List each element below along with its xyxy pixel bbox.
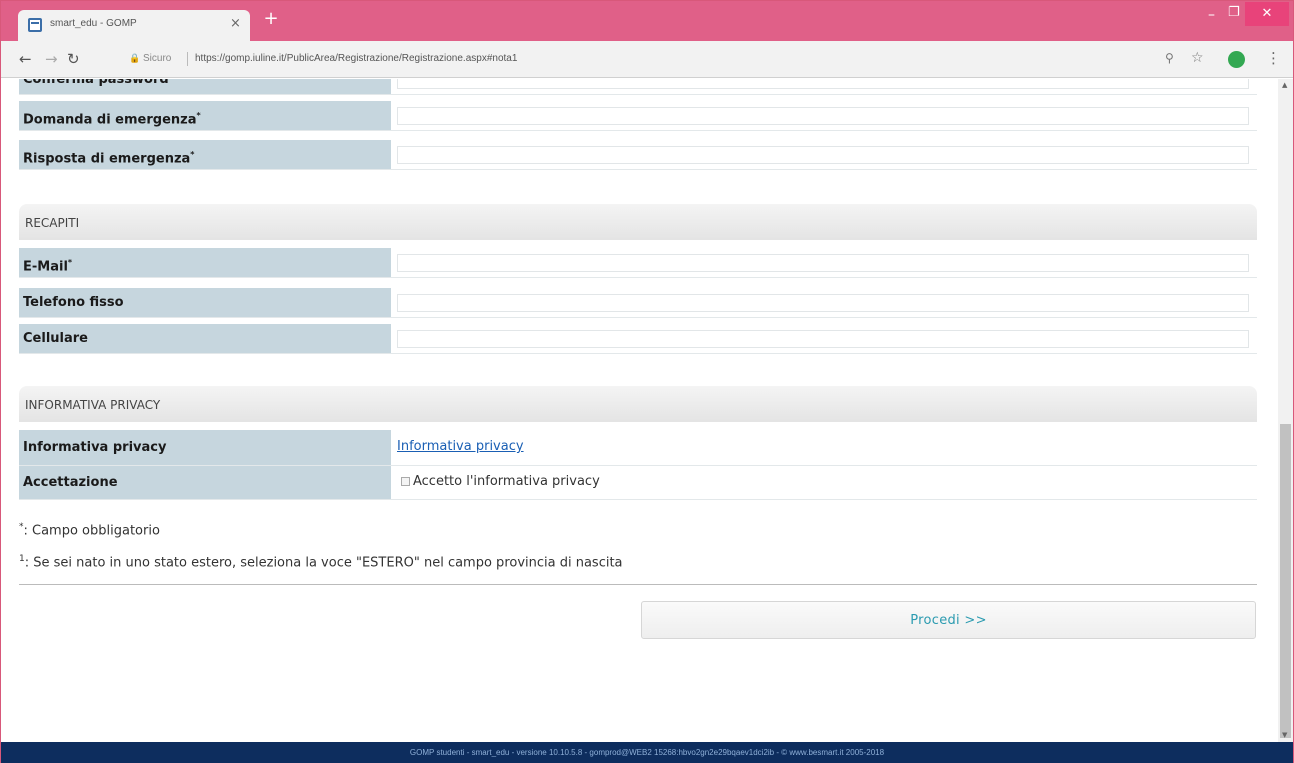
tab-title: smart_edu - GOMP	[50, 18, 137, 29]
required-note-text: : Campo obbligatorio	[23, 523, 160, 539]
close-window-icon[interactable]: ✕	[1245, 2, 1289, 26]
form-row-email: E-Mail*	[19, 248, 1257, 278]
browser-window: smart_edu - GOMP × + – ❐ ✕ ← → ↻ 🔒 Sicur…	[0, 0, 1294, 763]
row-label: E-Mail*	[19, 248, 391, 277]
privacy-accept-label: Accetto l'informativa privacy	[413, 474, 600, 489]
address-bar[interactable]: 🔒 Sicuro https://gomp.iuline.it/PublicAr…	[91, 47, 1211, 71]
maximize-icon[interactable]: ❐	[1228, 5, 1240, 20]
row-value	[391, 324, 1257, 353]
note-foreign-birth: 1: Se sei nato in uno stato estero, sele…	[19, 554, 623, 570]
row-label: Telefono fisso	[19, 288, 391, 317]
form-row-cellulare: Cellulare	[19, 324, 1257, 354]
star-icon[interactable]: ☆	[1191, 50, 1204, 66]
form-row-accettazione: Accettazione Accetto l'informativa priva…	[19, 466, 1257, 500]
row-label: Cellulare	[19, 324, 391, 353]
browser-toolbar: ← → ↻ 🔒 Sicuro https://gomp.iuline.it/Pu…	[1, 41, 1293, 78]
new-tab-button[interactable]: +	[263, 10, 279, 28]
row-label: Informativa privacy	[19, 430, 391, 465]
divider	[19, 584, 1257, 585]
menu-icon[interactable]: ⋮	[1266, 49, 1281, 67]
section-header-privacy: INFORMATIVA PRIVACY	[19, 386, 1257, 422]
proceed-button[interactable]: Procedi >>	[641, 601, 1256, 639]
row-value	[391, 140, 1257, 169]
forward-arrow-icon[interactable]: →	[45, 50, 58, 68]
secure-label: Sicuro	[143, 53, 172, 64]
mobile-field[interactable]	[397, 330, 1249, 348]
row-value: Accetto l'informativa privacy	[391, 466, 1257, 499]
browser-titlebar: smart_edu - GOMP × + – ❐ ✕	[1, 1, 1293, 41]
tab-close-icon[interactable]: ×	[230, 16, 241, 31]
emergency-answer-field[interactable]	[397, 146, 1249, 164]
email-field[interactable]	[397, 254, 1249, 272]
lock-icon: 🔒	[129, 54, 141, 64]
form-row-risposta: Risposta di emergenza*	[19, 140, 1257, 170]
privacy-accept-option[interactable]: Accetto l'informativa privacy	[401, 474, 600, 489]
form-row-confirm-password: Conferma password	[19, 79, 1257, 95]
privacy-accept-checkbox[interactable]	[401, 477, 410, 486]
page-content: Conferma password Domanda di emergenza* …	[1, 79, 1277, 742]
form-row-informativa: Informativa privacy Informativa privacy	[19, 430, 1257, 466]
zoom-icon[interactable]: ⚲	[1165, 51, 1174, 65]
scroll-up-icon[interactable]: ▲	[1282, 81, 1287, 89]
row-label: Accettazione	[19, 466, 391, 499]
browser-tab[interactable]: smart_edu - GOMP ×	[18, 10, 250, 41]
footer-bar: GOMP studenti - smart_edu - versione 10.…	[1, 742, 1293, 763]
scroll-thumb[interactable]	[1280, 424, 1291, 738]
row-value	[391, 101, 1257, 130]
reload-icon[interactable]: ↻	[67, 50, 80, 68]
note-required: *: Campo obbligatorio	[19, 522, 160, 538]
confirm-password-field[interactable]	[397, 79, 1249, 89]
row-value	[391, 248, 1257, 277]
privacy-link[interactable]: Informativa privacy	[397, 439, 524, 454]
url-separator	[187, 52, 188, 66]
back-arrow-icon[interactable]: ←	[19, 50, 32, 68]
row-label: Conferma password	[19, 79, 391, 94]
vertical-scrollbar[interactable]: ▲ ▼	[1278, 79, 1293, 742]
row-value	[391, 288, 1257, 317]
foreign-note-text: : Se sei nato in uno stato estero, selez…	[24, 555, 623, 571]
favicon-icon	[28, 18, 42, 32]
row-value	[391, 79, 1257, 94]
form-row-telefono: Telefono fisso	[19, 288, 1257, 318]
row-value: Informativa privacy	[391, 430, 1257, 465]
phone-field[interactable]	[397, 294, 1249, 312]
url-text[interactable]: https://gomp.iuline.it/PublicArea/Regist…	[195, 47, 517, 71]
scroll-down-icon[interactable]: ▼	[1282, 731, 1287, 739]
profile-icon[interactable]	[1228, 51, 1245, 68]
minimize-icon[interactable]: –	[1208, 7, 1215, 23]
row-label: Risposta di emergenza*	[19, 140, 391, 169]
emergency-question-field[interactable]	[397, 107, 1249, 125]
form-row-domanda: Domanda di emergenza*	[19, 101, 1257, 131]
row-label: Domanda di emergenza*	[19, 101, 391, 130]
section-header-recapiti: RECAPITI	[19, 204, 1257, 240]
